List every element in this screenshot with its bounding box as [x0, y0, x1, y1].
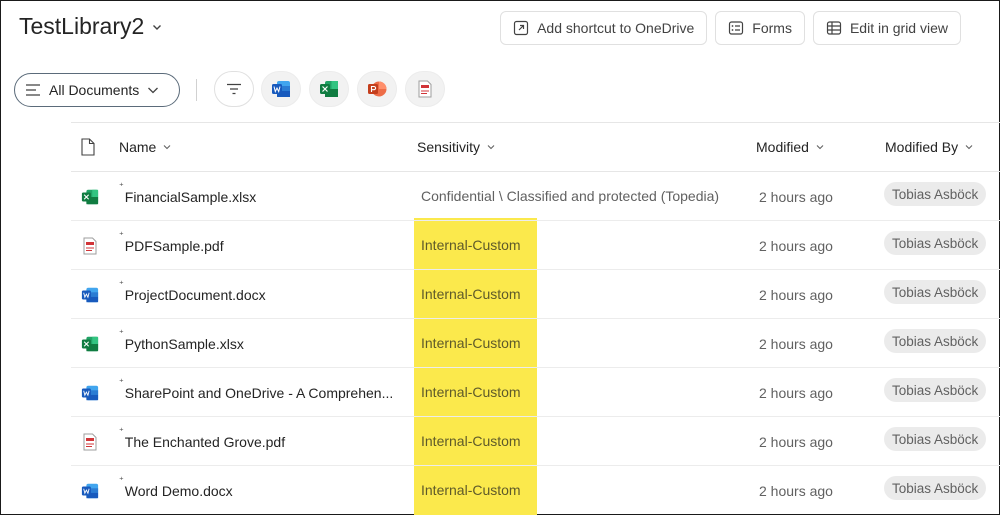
new-item-icon: ⁺ [119, 426, 124, 436]
sensitivity-label: Internal-Custom [421, 237, 521, 253]
modified-time: 2 hours ago [759, 336, 833, 352]
add-shortcut-label: Add shortcut to OneDrive [537, 20, 695, 36]
pdf-icon [83, 433, 97, 451]
library-title-menu[interactable]: TestLibrary2 [19, 13, 162, 40]
grid-table-icon [826, 21, 842, 35]
word-icon [81, 483, 99, 499]
column-header-modified[interactable]: Modified [756, 139, 824, 155]
word-icon [81, 385, 99, 401]
chevron-down-icon [148, 87, 159, 94]
new-item-icon: ⁺ [119, 230, 124, 240]
table-row[interactable]: ⁺The Enchanted Grove.pdf Internal-Custom… [71, 417, 1000, 466]
modified-by-persona[interactable]: Tobias Asböck [884, 476, 987, 500]
edit-grid-view-button[interactable]: Edit in grid view [812, 11, 961, 45]
modified-time: 2 hours ago [759, 287, 833, 303]
table-row[interactable]: ⁺PythonSample.xlsx Internal-Custom 2 hou… [71, 319, 1000, 368]
filter-button[interactable] [214, 71, 254, 107]
new-item-icon: ⁺ [119, 328, 124, 338]
excel-icon [320, 81, 338, 97]
table-row[interactable]: ⁺Word Demo.docx Internal-Custom 2 hours … [71, 466, 1000, 515]
filter-excel-button[interactable] [309, 71, 349, 107]
document-list: Name Sensitivity Modified Modified By ⁺F… [71, 122, 1000, 515]
file-name-link[interactable]: ⁺PythonSample.xlsx [119, 328, 244, 352]
view-selector-label: All Documents [49, 82, 140, 98]
forms-button[interactable]: Forms [715, 11, 805, 45]
word-icon [81, 287, 99, 303]
modified-by-persona[interactable]: Tobias Asböck [884, 329, 987, 353]
forms-label: Forms [752, 20, 792, 36]
new-item-icon: ⁺ [119, 279, 124, 289]
modified-time: 2 hours ago [759, 189, 833, 205]
sensitivity-label: Internal-Custom [421, 335, 521, 351]
command-bar: Add shortcut to OneDrive Forms Edit in g… [500, 11, 961, 45]
file-name-link[interactable]: ⁺ProjectDocument.docx [119, 279, 266, 303]
modified-time: 2 hours ago [759, 385, 833, 401]
table-row[interactable]: ⁺FinancialSample.xlsx Confidential \ Cla… [71, 172, 1000, 221]
file-name: PDFSample.pdf [124, 238, 224, 254]
chevron-down-icon [487, 145, 495, 150]
excel-icon [81, 336, 99, 352]
file-name-link[interactable]: ⁺SharePoint and OneDrive - A Comprehen..… [119, 377, 393, 401]
word-icon [272, 81, 290, 97]
filter-word-button[interactable] [261, 71, 301, 107]
chevron-down-icon [965, 145, 973, 150]
column-header-name[interactable]: Name [119, 139, 171, 155]
forms-icon [729, 21, 744, 35]
new-item-icon: ⁺ [119, 377, 124, 387]
sensitivity-label: Internal-Custom [421, 433, 521, 449]
page-title: TestLibrary2 [19, 13, 145, 39]
file-name: PythonSample.xlsx [124, 336, 244, 352]
file-name-link[interactable]: ⁺The Enchanted Grove.pdf [119, 426, 285, 450]
file-name: SharePoint and OneDrive - A Comprehen... [124, 385, 394, 401]
file-name: FinancialSample.xlsx [124, 189, 257, 205]
excel-icon [81, 189, 99, 205]
file-name: The Enchanted Grove.pdf [124, 434, 286, 450]
add-shortcut-button[interactable]: Add shortcut to OneDrive [500, 11, 708, 45]
file-type-icon[interactable] [81, 138, 95, 156]
shortcut-arrow-icon [513, 20, 529, 36]
chevron-down-icon [153, 24, 162, 30]
modified-time: 2 hours ago [759, 434, 833, 450]
file-name: Word Demo.docx [124, 483, 233, 499]
new-item-icon: ⁺ [119, 475, 124, 485]
file-name-link[interactable]: ⁺Word Demo.docx [119, 475, 233, 499]
column-header-sensitivity[interactable]: Sensitivity [417, 139, 495, 155]
column-header-modified-label: Modified [756, 139, 809, 155]
modified-by-persona[interactable]: Tobias Asböck [884, 427, 987, 451]
edit-grid-view-label: Edit in grid view [849, 20, 948, 36]
column-header-modified-by-label: Modified By [885, 139, 959, 155]
sensitivity-label: Internal-Custom [421, 286, 521, 302]
sensitivity-label: Internal-Custom [421, 384, 521, 400]
modified-by-persona[interactable]: Tobias Asböck [884, 378, 987, 402]
filter-powerpoint-button[interactable] [357, 71, 397, 107]
list-lines-icon [26, 84, 40, 96]
modified-by-persona[interactable]: Tobias Asböck [884, 280, 987, 304]
table-row[interactable]: ⁺PDFSample.pdf Internal-Custom 2 hours a… [71, 221, 1000, 270]
pdf-icon [418, 80, 432, 98]
column-header-name-label: Name [119, 139, 157, 155]
chevron-down-icon [163, 145, 171, 150]
sensitivity-label: Internal-Custom [421, 482, 521, 498]
view-selector-button[interactable]: All Documents [14, 73, 180, 107]
table-header: Name Sensitivity Modified Modified By [71, 123, 1000, 172]
chevron-down-icon [816, 145, 824, 150]
file-name-link[interactable]: ⁺FinancialSample.xlsx [119, 181, 256, 205]
file-name-link[interactable]: ⁺PDFSample.pdf [119, 230, 224, 254]
column-header-sensitivity-label: Sensitivity [417, 139, 481, 155]
new-item-icon: ⁺ [119, 181, 124, 191]
pdf-icon [83, 237, 97, 255]
modified-time: 2 hours ago [759, 483, 833, 499]
toolbar-divider [196, 79, 197, 101]
sensitivity-label: Confidential \ Classified and protected … [421, 188, 720, 204]
table-row[interactable]: ⁺ProjectDocument.docx Internal-Custom 2 … [71, 270, 1000, 319]
filter-pdf-button[interactable] [405, 71, 445, 107]
column-header-modified-by[interactable]: Modified By [885, 139, 973, 155]
modified-by-persona[interactable]: Tobias Asböck [884, 231, 987, 255]
file-name: ProjectDocument.docx [124, 287, 266, 303]
table-row[interactable]: ⁺SharePoint and OneDrive - A Comprehen..… [71, 368, 1000, 417]
modified-time: 2 hours ago [759, 238, 833, 254]
modified-by-persona[interactable]: Tobias Asböck [884, 182, 987, 206]
filter-icon [227, 83, 241, 95]
powerpoint-icon [368, 81, 387, 97]
